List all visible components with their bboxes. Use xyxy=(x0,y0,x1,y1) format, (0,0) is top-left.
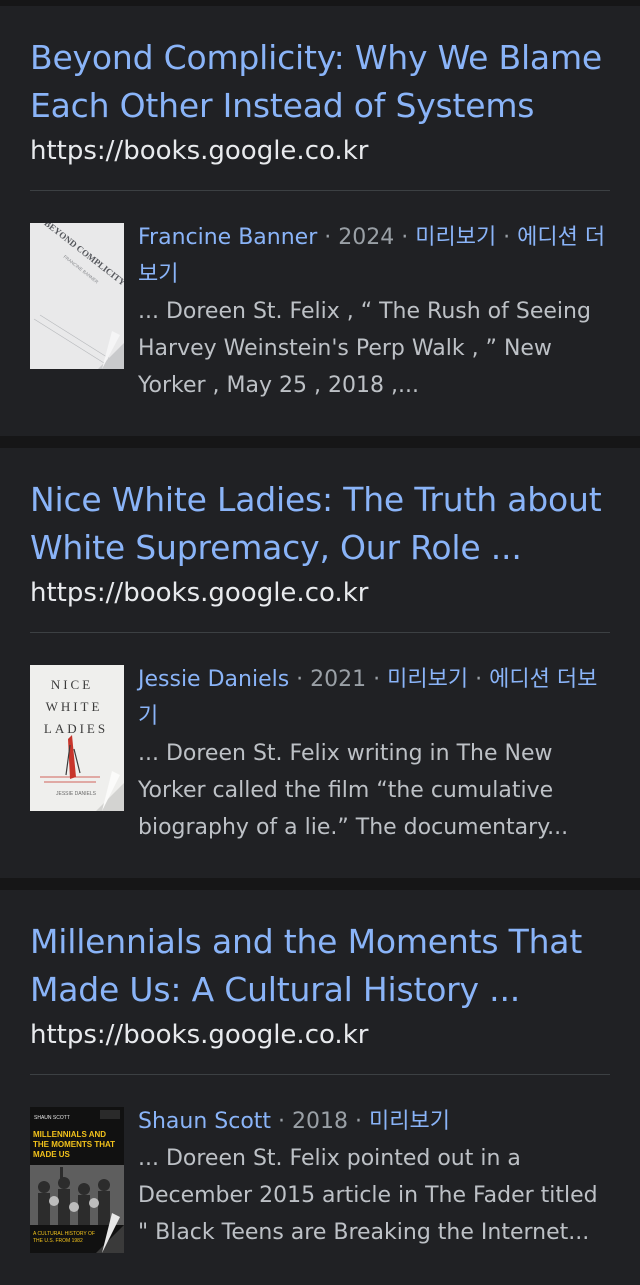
separator-dot: · xyxy=(394,225,416,250)
book-cover-nice-white-ladies-icon: NICE WHITE LADIES JESSIE DANIELS xyxy=(30,665,124,811)
result-meta: Francine Banner · 2024 · 미리보기 · 에디션 더보기 … xyxy=(138,219,610,404)
result-card: Nice White Ladies: The Truth about White… xyxy=(0,448,640,878)
cover-line2-text: WHITE xyxy=(46,699,103,714)
result-meta: Jessie Daniels · 2021 · 미리보기 · 에디션 더보기 .… xyxy=(138,661,610,846)
book-cover-millennials-icon: SHAUN SCOTT MILLENNIALS AND THE MOMENTS … xyxy=(30,1107,124,1253)
result-snippet: ... Doreen St. Felix writing in The New … xyxy=(138,741,569,840)
result-card: Millennials and the Moments That Made Us… xyxy=(0,890,640,1285)
publication-year: 2018 xyxy=(292,1109,349,1134)
separator-dot: · xyxy=(468,667,490,692)
book-cover-thumbnail[interactable]: BEYOND COMPLICITY FRANCINE BANNER xyxy=(30,223,124,369)
result-snippet: ... Doreen St. Felix pointed out in a De… xyxy=(138,1146,598,1245)
result-title-link[interactable]: Nice White Ladies: The Truth about White… xyxy=(30,476,610,572)
publication-year: 2024 xyxy=(338,225,395,250)
separator-dot: · xyxy=(317,225,339,250)
author-link[interactable]: Shaun Scott xyxy=(138,1109,271,1134)
result-body: SHAUN SCOTT MILLENNIALS AND THE MOMENTS … xyxy=(30,1075,610,1285)
result-title-link[interactable]: Millennials and the Moments That Made Us… xyxy=(30,918,610,1014)
result-title-link[interactable]: Beyond Complicity: Why We Blame Each Oth… xyxy=(30,34,610,130)
preview-link[interactable]: 미리보기 xyxy=(387,667,468,692)
result-url[interactable]: https://books.google.co.kr xyxy=(30,576,610,610)
result-header: Nice White Ladies: The Truth about White… xyxy=(30,448,610,633)
result-byline: Francine Banner · 2024 · 미리보기 · 에디션 더보기 xyxy=(138,219,610,293)
search-results-list: Beyond Complicity: Why We Blame Each Oth… xyxy=(0,0,640,1285)
separator-dot: · xyxy=(348,1109,370,1134)
cover-author-text: JESSIE DANIELS xyxy=(56,791,97,797)
result-body: BEYOND COMPLICITY FRANCINE BANNER Franci… xyxy=(30,191,610,436)
result-header: Millennials and the Moments That Made Us… xyxy=(30,890,610,1075)
cover-title-line-1: MILLENNIALS AND xyxy=(33,1130,106,1139)
book-cover-thumbnail[interactable]: NICE WHITE LADIES JESSIE DANIELS xyxy=(30,665,124,811)
cover-footer-line-1: A CULTURAL HISTORY OF xyxy=(33,1231,95,1237)
separator-dot: · xyxy=(271,1109,293,1134)
cover-line1-text: NICE xyxy=(51,677,93,692)
book-cover-beyond-complicity-icon: BEYOND COMPLICITY FRANCINE BANNER xyxy=(30,223,124,369)
separator-dot: · xyxy=(366,667,388,692)
separator-dot: · xyxy=(496,225,518,250)
preview-link[interactable]: 미리보기 xyxy=(369,1109,450,1134)
result-body: NICE WHITE LADIES JESSIE DANIELS Jessie … xyxy=(30,633,610,878)
result-byline: Jessie Daniels · 2021 · 미리보기 · 에디션 더보기 xyxy=(138,661,610,735)
cover-title-line-2: THE MOMENTS THAT xyxy=(33,1140,115,1149)
result-url[interactable]: https://books.google.co.kr xyxy=(30,1018,610,1052)
preview-link[interactable]: 미리보기 xyxy=(415,225,496,250)
cover-author-text: SHAUN SCOTT xyxy=(34,1115,70,1121)
result-card: Beyond Complicity: Why We Blame Each Oth… xyxy=(0,6,640,436)
cover-title-line-3: MADE US xyxy=(33,1150,71,1159)
result-meta: Shaun Scott · 2018 · 미리보기 ... Doreen St.… xyxy=(138,1103,610,1251)
book-cover-thumbnail[interactable]: SHAUN SCOTT MILLENNIALS AND THE MOMENTS … xyxy=(30,1107,124,1253)
author-link[interactable]: Jessie Daniels xyxy=(138,667,289,692)
result-header: Beyond Complicity: Why We Blame Each Oth… xyxy=(30,6,610,191)
result-snippet: ... Doreen St. Felix , “ The Rush of See… xyxy=(138,299,591,398)
publication-year: 2021 xyxy=(310,667,367,692)
cover-line3-text: LADIES xyxy=(44,721,108,736)
result-url[interactable]: https://books.google.co.kr xyxy=(30,134,610,168)
result-byline: Shaun Scott · 2018 · 미리보기 xyxy=(138,1103,610,1140)
separator-dot: · xyxy=(289,667,311,692)
author-link[interactable]: Francine Banner xyxy=(138,225,317,250)
